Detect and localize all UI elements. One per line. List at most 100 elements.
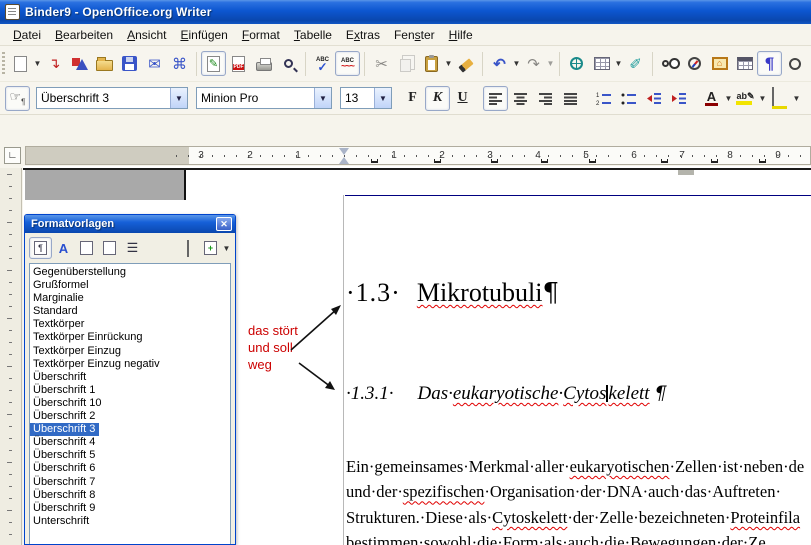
background-color-dropdown[interactable]: ▼ — [792, 94, 801, 103]
undo-dropdown[interactable]: ▼ — [512, 59, 521, 68]
style-item[interactable]: Überschrift 9 — [30, 502, 230, 515]
find-replace-button[interactable] — [657, 51, 682, 76]
bold-button[interactable]: F — [400, 86, 425, 111]
data-sources-button[interactable] — [732, 51, 757, 76]
styles-panel-titlebar[interactable]: Formatvorlagen ✕ — [25, 215, 235, 233]
menu-ansicht[interactable]: Ansicht — [120, 26, 173, 44]
style-item[interactable]: Standard — [30, 305, 230, 318]
list-styles-tab[interactable]: ☰ — [121, 237, 144, 259]
align-right-button[interactable] — [533, 86, 558, 111]
menu-bearbeiten[interactable]: Bearbeiten — [48, 26, 120, 44]
font-color-button[interactable]: A — [699, 86, 724, 111]
menu-datei[interactable]: Datei — [6, 26, 48, 44]
spellcheck-button[interactable]: ABC✓ — [310, 51, 335, 76]
title-bar[interactable]: Binder9 - OpenOffice.org Writer — [0, 0, 811, 24]
bullet-list-button[interactable] — [616, 86, 641, 111]
style-item[interactable]: Grußformel — [30, 279, 230, 292]
style-item[interactable]: Textkörper Einzug — [30, 345, 230, 358]
paragraph-styles-tab[interactable]: ¶ — [29, 237, 52, 259]
new-style-button[interactable]: + — [199, 237, 222, 259]
italic-button[interactable]: K — [425, 86, 450, 111]
font-name-combo[interactable]: Minion Pro ▼ — [196, 87, 332, 109]
tab-stop-marker[interactable] — [711, 159, 718, 163]
paste-button[interactable] — [419, 51, 444, 76]
paragraph-style-combo[interactable]: Überschrift 3 ▼ — [36, 87, 188, 109]
underline-button[interactable]: U — [450, 86, 475, 111]
combo-arrow-icon[interactable]: ▼ — [170, 88, 187, 108]
page-styles-tab[interactable] — [98, 237, 121, 259]
navigator-button[interactable] — [682, 51, 707, 76]
menu-extras[interactable]: Extras — [339, 26, 387, 44]
justify-button[interactable] — [558, 86, 583, 111]
insert-table-dropdown[interactable]: ▼ — [614, 59, 623, 68]
style-item[interactable]: Textkörper Einzug negativ — [30, 358, 230, 371]
paste-dropdown[interactable]: ▼ — [444, 59, 453, 68]
style-item[interactable]: Überschrift 6 — [30, 462, 230, 475]
new-document-button[interactable] — [8, 51, 33, 76]
gallery-button[interactable]: ⌂ — [707, 51, 732, 76]
tab-stop-marker[interactable] — [589, 159, 596, 163]
style-item[interactable]: Überschrift 3 — [30, 423, 99, 436]
body-paragraph[interactable]: Ein·gemeinsames·Merkmal·aller·eukaryotis… — [346, 454, 811, 545]
auto-spellcheck-button[interactable]: ABC~~~ — [335, 51, 360, 76]
tab-stop-marker[interactable] — [371, 159, 378, 163]
direct-cursor-button[interactable]: ↴ — [42, 51, 67, 76]
styles-panel[interactable]: Formatvorlagen ✕ ¶ A ☰ + ▼ Gegenüberstel… — [24, 214, 236, 545]
style-item[interactable]: Überschrift — [30, 371, 230, 384]
save-button[interactable] — [117, 51, 142, 76]
menu-einfügen[interactable]: Einfügen — [173, 26, 234, 44]
command-button[interactable]: ⌘ — [167, 51, 192, 76]
vertical-ruler[interactable] — [0, 168, 22, 545]
page-preview-button[interactable] — [276, 51, 301, 76]
shapes-button[interactable] — [67, 51, 92, 76]
new-style-dropdown[interactable]: ▼ — [222, 244, 231, 253]
style-item[interactable]: Marginalie — [30, 292, 230, 305]
font-color-dropdown[interactable]: ▼ — [724, 94, 733, 103]
style-item[interactable]: Überschrift 7 — [30, 476, 230, 489]
styles-panel-close-button[interactable]: ✕ — [216, 217, 232, 231]
menu-hilfe[interactable]: Hilfe — [442, 26, 480, 44]
heading-1-3-1[interactable]: ·1.3.1·Das·eukaryotische·Cytoskelett ¶ — [346, 382, 666, 405]
combo-arrow-icon[interactable]: ▼ — [314, 88, 331, 108]
character-styles-tab[interactable]: A — [52, 237, 75, 259]
styles-panel-toggle-button[interactable]: ☞¶ — [5, 86, 30, 111]
redo-button[interactable]: ↷ — [521, 51, 546, 76]
insert-table-button[interactable] — [589, 51, 614, 76]
indent-marker[interactable] — [339, 148, 349, 155]
tab-stop-marker[interactable] — [541, 159, 548, 163]
menu-fenster[interactable]: Fenster — [387, 26, 442, 44]
numbered-list-button[interactable]: 12 — [591, 86, 616, 111]
copy-button[interactable] — [394, 51, 419, 76]
style-item[interactable]: Überschrift 8 — [30, 489, 230, 502]
style-item[interactable]: Textkörper Einrückung — [30, 331, 230, 344]
draw-functions-button[interactable]: ✐ — [623, 51, 648, 76]
decrease-indent-button[interactable] — [641, 86, 666, 111]
style-item[interactable]: Gegenüberstellung — [30, 266, 230, 279]
menu-format[interactable]: Format — [235, 26, 287, 44]
menu-tabelle[interactable]: Tabelle — [287, 26, 339, 44]
nonprinting-chars-button[interactable]: ¶ — [757, 51, 782, 76]
redo-dropdown[interactable]: ▼ — [546, 59, 555, 68]
cut-button[interactable]: ✂ — [369, 51, 394, 76]
styles-list[interactable]: GegenüberstellungGrußformelMarginalieSta… — [29, 263, 231, 545]
style-item[interactable]: Unterschrift — [30, 515, 230, 528]
edit-file-button[interactable]: ✎ — [201, 51, 226, 76]
style-item[interactable]: Überschrift 10 — [30, 397, 230, 410]
horizontal-ruler[interactable]: 32112345678910 — [25, 146, 811, 165]
print-button[interactable] — [251, 51, 276, 76]
format-paintbrush-button[interactable] — [453, 51, 478, 76]
open-button[interactable] — [92, 51, 117, 76]
tab-stop-marker[interactable] — [491, 159, 498, 163]
tab-stop-marker[interactable] — [661, 159, 668, 163]
combo-arrow-icon[interactable]: ▼ — [374, 88, 391, 108]
undo-button[interactable]: ↶ — [487, 51, 512, 76]
toolbar-grip[interactable] — [2, 52, 5, 76]
tab-stop-marker[interactable] — [759, 159, 766, 163]
email-button[interactable]: ✉ — [142, 51, 167, 76]
new-document-dropdown[interactable]: ▼ — [33, 59, 42, 68]
highlighting-button[interactable]: ab✎ — [733, 86, 758, 111]
heading-1-3[interactable]: ·1.3·Mikrotubuli¶ — [346, 278, 559, 308]
tab-type-selector[interactable]: ∟ — [4, 147, 21, 164]
align-left-button[interactable] — [483, 86, 508, 111]
frame-styles-tab[interactable] — [75, 237, 98, 259]
